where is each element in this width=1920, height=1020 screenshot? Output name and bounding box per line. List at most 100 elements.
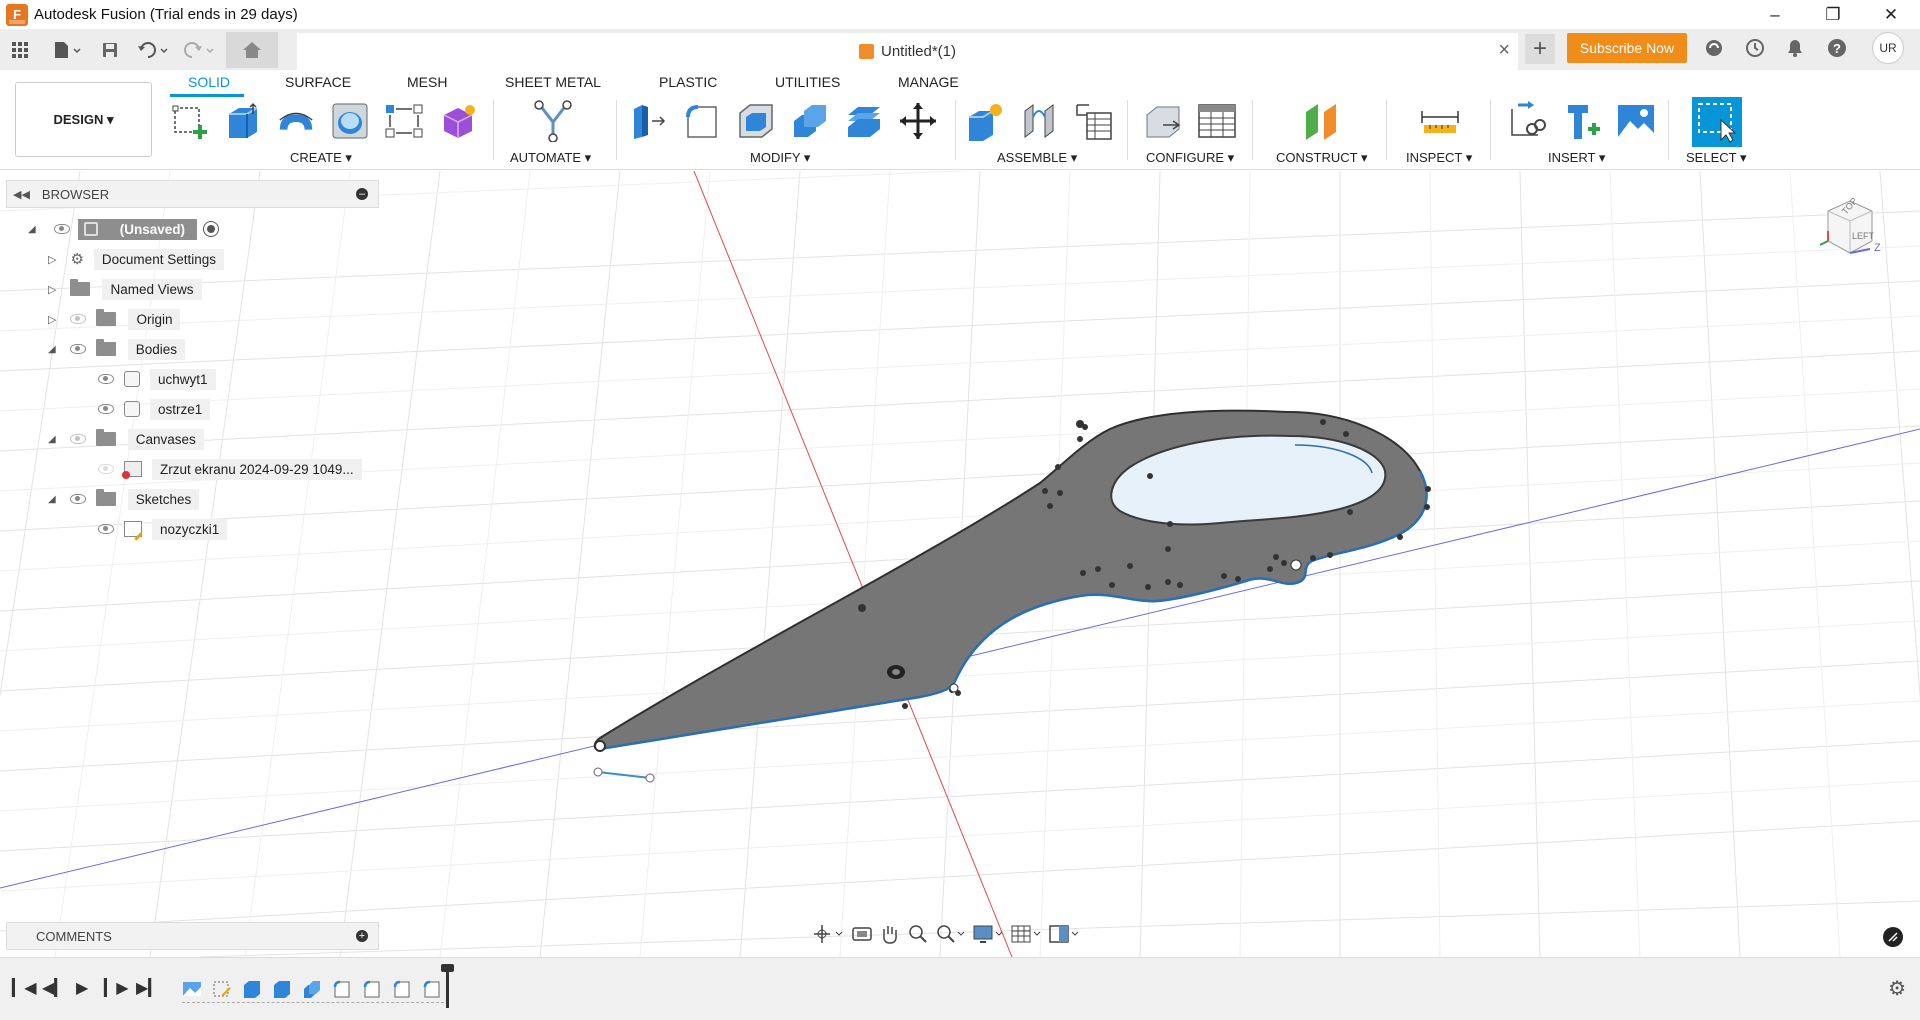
select-icon[interactable] xyxy=(1692,97,1742,147)
timeline-play-icon[interactable]: ▶ xyxy=(76,978,88,998)
press-pull-icon[interactable] xyxy=(628,100,668,142)
text-commands-icon[interactable] xyxy=(1883,927,1903,947)
group-create[interactable]: CREATE ▾ xyxy=(290,150,352,166)
close-tab-icon[interactable]: × xyxy=(1498,39,1510,62)
timeline-fillet-feature-icon[interactable] xyxy=(392,979,410,999)
bill-of-materials-icon[interactable] xyxy=(1073,100,1113,142)
timeline-canvas-feature-icon[interactable] xyxy=(182,979,201,999)
tree-item-origin[interactable]: ▷ Origin xyxy=(48,307,181,331)
collapse-arrow-icon[interactable]: ◢ xyxy=(28,224,36,235)
group-modify[interactable]: MODIFY ▾ xyxy=(750,150,810,166)
extrude-icon[interactable] xyxy=(222,100,262,142)
tab-manage[interactable]: MANAGE xyxy=(898,74,959,90)
combine-icon[interactable] xyxy=(790,100,830,142)
file-menu-icon[interactable] xyxy=(48,35,88,65)
tree-item-sketches[interactable]: ◢ Sketches xyxy=(48,487,200,511)
app-grid-icon[interactable] xyxy=(6,35,34,65)
orbit-icon[interactable] xyxy=(812,923,846,948)
rectangular-pattern-icon[interactable] xyxy=(384,100,424,142)
hole-icon[interactable] xyxy=(330,100,370,142)
visibility-eye-icon[interactable] xyxy=(53,224,70,234)
tab-surface[interactable]: SURFACE xyxy=(285,74,351,90)
tree-item-named-views[interactable]: ▷ Named Views xyxy=(48,277,202,301)
timeline-prev-icon[interactable]: ◀▎ xyxy=(42,978,67,998)
extensions-icon[interactable] xyxy=(1699,33,1729,63)
timeline-marker-handle[interactable] xyxy=(441,964,454,972)
zoom-icon[interactable] xyxy=(906,923,930,948)
timeline-fillet-feature-icon[interactable] xyxy=(422,979,440,999)
home-button[interactable] xyxy=(226,31,278,68)
timeline-extrude-feature-icon[interactable] xyxy=(242,979,260,999)
redo-icon[interactable] xyxy=(180,35,220,65)
group-construct[interactable]: CONSTRUCT ▾ xyxy=(1276,150,1368,166)
model-canvas[interactable]: TOP LEFT Z xyxy=(0,171,1920,957)
restore-button[interactable]: ❐ xyxy=(1804,0,1862,29)
split-body-icon[interactable] xyxy=(844,100,884,142)
timeline-marker[interactable] xyxy=(446,968,449,1008)
expand-arrow-icon[interactable]: ▷ xyxy=(48,313,56,326)
group-assemble[interactable]: ASSEMBLE ▾ xyxy=(997,150,1077,166)
save-icon[interactable] xyxy=(96,35,124,65)
new-component-icon[interactable] xyxy=(965,100,1005,142)
collapse-browser-icon[interactable]: ◀◀ xyxy=(13,188,30,201)
display-settings-icon[interactable] xyxy=(972,923,1006,948)
visibility-eye-icon[interactable] xyxy=(98,524,114,534)
tree-item-canvases[interactable]: ◢ Canvases xyxy=(48,427,204,451)
collapse-arrow-icon[interactable]: ◢ xyxy=(48,344,56,355)
tree-item-sketch-nozyczki1[interactable]: nozyczki1 xyxy=(98,517,228,541)
close-window-button[interactable]: ✕ xyxy=(1862,0,1920,29)
measure-icon[interactable] xyxy=(1420,100,1460,142)
joint-icon[interactable] xyxy=(1019,100,1059,142)
group-inspect[interactable]: INSPECT ▾ xyxy=(1406,150,1472,166)
undo-icon[interactable] xyxy=(134,35,174,65)
viewports-icon[interactable] xyxy=(1048,923,1082,948)
fillet-icon[interactable] xyxy=(682,100,722,142)
user-avatar[interactable]: UR xyxy=(1872,32,1904,64)
minimize-browser-icon[interactable]: – xyxy=(356,188,368,200)
minimize-button[interactable]: – xyxy=(1746,0,1804,29)
group-insert[interactable]: INSERT ▾ xyxy=(1548,150,1605,166)
revolve-icon[interactable] xyxy=(276,100,316,142)
grid-settings-icon[interactable] xyxy=(1010,923,1044,948)
document-tab[interactable]: Untitled*(1) × xyxy=(297,33,1518,70)
shell-icon[interactable] xyxy=(736,100,776,142)
scissors-body[interactable] xyxy=(593,409,1431,752)
create-sketch-icon[interactable] xyxy=(170,100,210,142)
timeline-settings-gear-icon[interactable]: ⚙ xyxy=(1888,976,1906,1001)
tree-item-bodies[interactable]: ◢ Bodies xyxy=(48,337,185,361)
collapse-arrow-icon[interactable]: ◢ xyxy=(48,494,56,505)
workspace-switcher[interactable]: DESIGN ▾ xyxy=(15,82,152,157)
timeline-last-icon[interactable]: ▶▎ xyxy=(136,978,161,998)
3d-viewport[interactable]: TOP LEFT Z xyxy=(0,171,1920,957)
timeline-combine-feature-icon[interactable] xyxy=(302,979,320,999)
add-comment-icon[interactable]: + xyxy=(356,930,368,942)
timeline-first-icon[interactable]: ▎◀ xyxy=(12,978,37,998)
visibility-eye-icon[interactable] xyxy=(98,404,114,414)
move-copy-icon[interactable] xyxy=(898,100,938,142)
activate-radio-icon[interactable] xyxy=(202,221,219,237)
insert-mcmaster-icon[interactable] xyxy=(1562,100,1602,142)
insert-derive-icon[interactable] xyxy=(1508,100,1548,142)
tree-item-body-uchwyt1[interactable]: uchwyt1 xyxy=(98,367,216,391)
group-automate[interactable]: AUTOMATE ▾ xyxy=(510,150,591,166)
notifications-icon[interactable] xyxy=(1780,33,1810,63)
create-form-icon[interactable] xyxy=(438,100,478,142)
hidden-eye-icon[interactable] xyxy=(70,314,87,324)
tree-item-document-settings[interactable]: ▷ ⚙ Document Settings xyxy=(48,247,224,271)
root-component-label[interactable]: (Unsaved) xyxy=(77,218,197,240)
help-icon[interactable]: ? xyxy=(1822,33,1852,63)
timeline-next-icon[interactable]: ▎▶ xyxy=(104,978,129,998)
hidden-eye-icon[interactable] xyxy=(69,434,86,444)
insert-canvas-icon[interactable] xyxy=(1616,100,1656,142)
tree-item-body-ostrze1[interactable]: ostrze1 xyxy=(98,397,211,421)
job-status-icon[interactable] xyxy=(1740,33,1770,63)
group-select[interactable]: SELECT ▾ xyxy=(1686,150,1746,166)
new-tab-button[interactable]: + xyxy=(1525,34,1555,64)
offset-plane-icon[interactable] xyxy=(1302,100,1342,142)
tab-solid[interactable]: SOLID xyxy=(188,74,230,90)
tab-plastic[interactable]: PLASTIC xyxy=(659,74,717,90)
browser-root-row[interactable]: ◢ (Unsaved) xyxy=(28,217,219,241)
collapse-arrow-icon[interactable]: ◢ xyxy=(48,434,56,445)
configuration-table-icon[interactable] xyxy=(1197,100,1237,142)
sketch-line[interactable] xyxy=(593,767,655,783)
